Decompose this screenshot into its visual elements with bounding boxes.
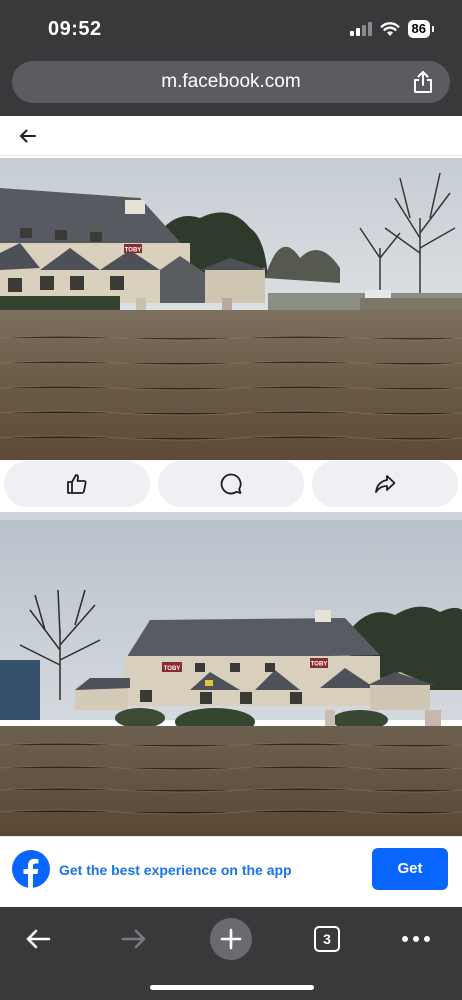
cellular-signal-icon	[349, 22, 372, 36]
home-indicator	[150, 985, 314, 990]
browser-back-button[interactable]	[16, 917, 60, 961]
status-icons: 86	[349, 20, 435, 38]
tab-count: 3	[314, 926, 340, 952]
like-button[interactable]	[4, 461, 150, 507]
arrow-right-icon	[121, 929, 146, 949]
status-time: 09:52	[48, 18, 102, 40]
status-bar: 09:52 86	[0, 0, 462, 56]
web-page: TOBY TOBY TOBY Get the best experience o…	[0, 116, 462, 907]
comment-button[interactable]	[158, 461, 304, 507]
page-header	[0, 116, 462, 156]
pub-sign-right: TOBY	[311, 662, 328, 668]
new-tab-button[interactable]	[209, 917, 253, 961]
thumbs-up-icon	[67, 474, 87, 494]
open-in-app-banner: Get the best experience on the app Get	[0, 836, 462, 907]
post-divider	[0, 512, 462, 520]
post-actions	[0, 461, 462, 513]
tabs-button[interactable]: 3	[305, 917, 349, 961]
browser-menu-button[interactable]	[394, 917, 438, 961]
wifi-icon	[380, 22, 399, 36]
share-arrow-icon	[375, 475, 396, 493]
more-dots-icon	[402, 936, 430, 942]
browser-toolbar: 3	[0, 907, 462, 1000]
battery-indicator: 86	[407, 20, 435, 38]
get-app-button[interactable]: Get	[372, 848, 448, 890]
post-photo-flooded-pub-2[interactable]: TOBY TOBY	[0, 520, 462, 836]
plus-icon	[220, 928, 242, 950]
back-arrow-icon[interactable]	[18, 126, 38, 146]
arrow-left-icon	[26, 929, 51, 949]
share-button[interactable]	[312, 461, 458, 507]
pub-sign-left: TOBY	[164, 666, 181, 672]
facebook-logo-icon	[12, 850, 50, 888]
url-text[interactable]: m.facebook.com	[12, 71, 450, 93]
share-box-icon[interactable]	[412, 70, 434, 94]
comment-bubble-icon	[220, 473, 242, 495]
phone-screen: 09:52 86 m.facebook.com TOBY TOBY TOBY G…	[0, 0, 462, 1000]
pub-sign: TOBY	[125, 248, 142, 254]
address-bar[interactable]: m.facebook.com	[12, 61, 450, 103]
banner-text: Get the best experience on the app	[59, 862, 292, 878]
browser-forward-button[interactable]	[112, 917, 156, 961]
post-photo-flooded-pub-1[interactable]: TOBY	[0, 158, 462, 460]
new-tab-circle	[210, 918, 252, 960]
